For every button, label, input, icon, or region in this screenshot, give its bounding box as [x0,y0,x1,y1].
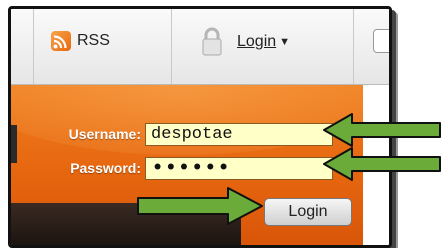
page-background-edge [11,125,17,163]
arrow-right-icon [137,187,263,225]
partial-dropdown[interactable] [373,29,389,53]
arrow-left-icon [323,147,441,181]
username-input[interactable] [145,123,333,146]
password-input[interactable] [145,157,333,180]
chevron-down-icon[interactable]: ▼ [279,36,290,48]
rss-icon [51,31,71,51]
rss-link[interactable]: RSS [51,31,110,51]
rss-label: RSS [77,32,110,49]
login-menu[interactable]: Login ▼ [201,27,290,57]
login-dropdown-link[interactable]: Login [237,33,276,51]
arrow-left-icon [323,113,441,147]
password-label: Password: [70,160,141,176]
nav-separator [33,9,34,84]
username-label: Username: [68,126,141,142]
nav-separator [171,9,172,84]
lock-icon [201,27,223,57]
login-submit-button[interactable]: Login [264,198,352,226]
nav-separator [353,9,354,84]
top-navbar: RSS Login ▼ [11,9,389,85]
